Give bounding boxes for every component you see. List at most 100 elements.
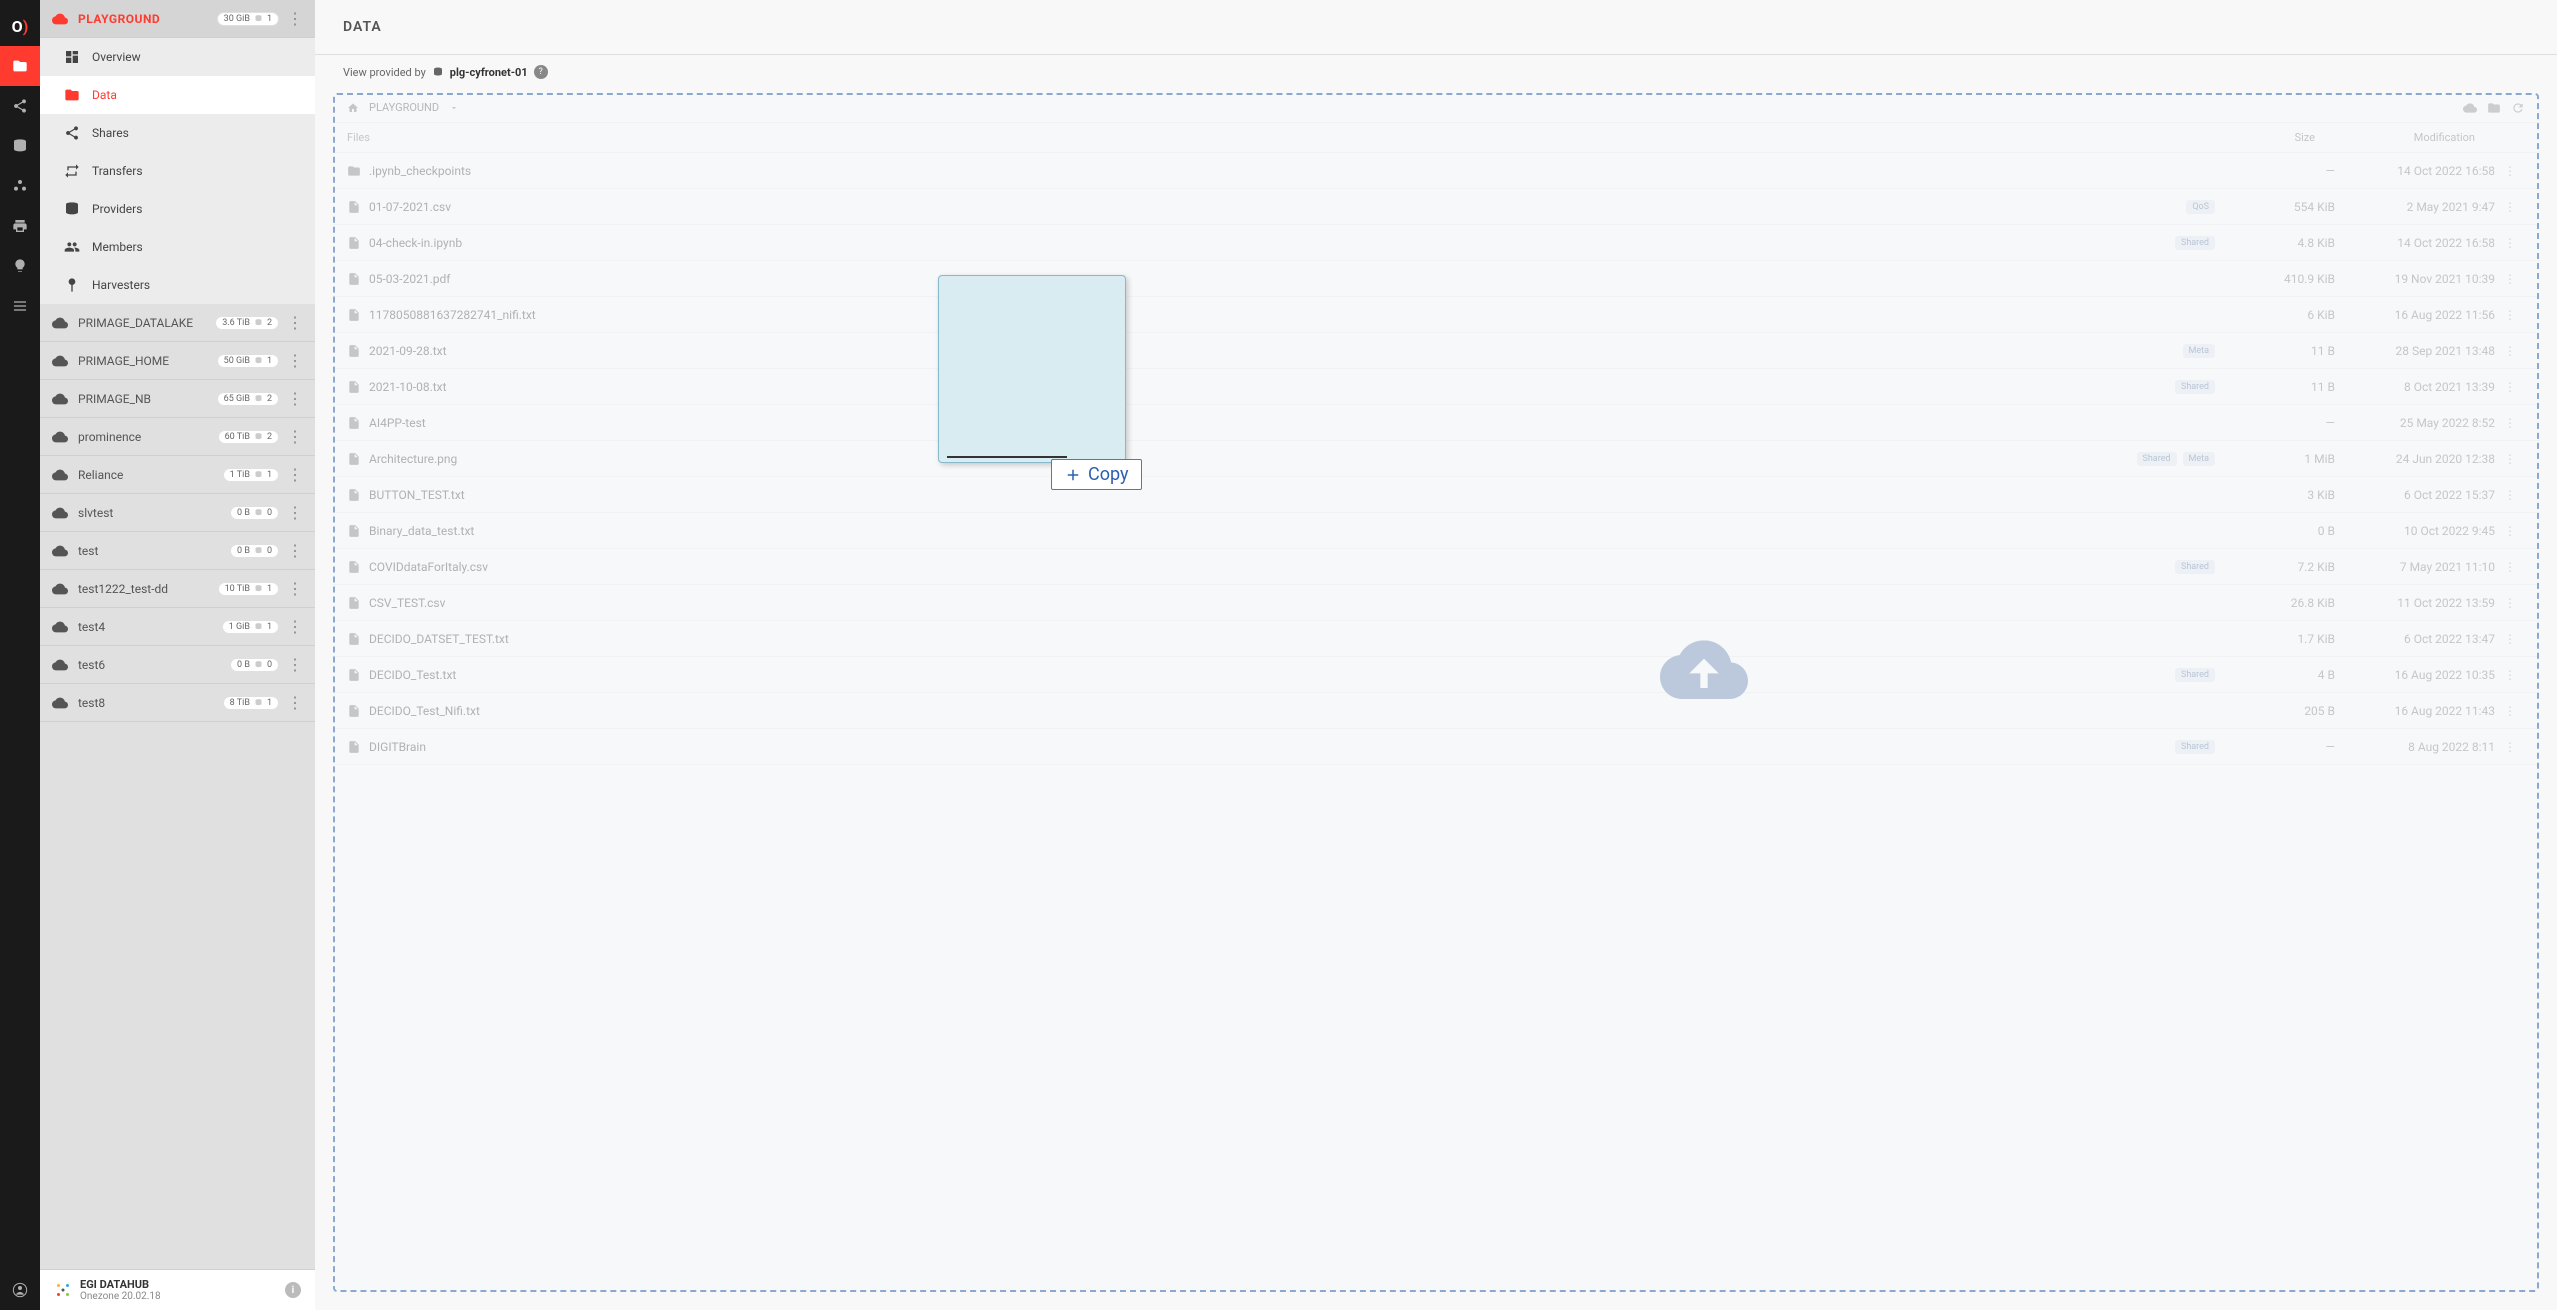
file-menu-icon[interactable]: ⋮ — [2495, 380, 2525, 394]
space-name: Reliance — [78, 468, 219, 482]
space-menu-icon[interactable]: ⋮ — [279, 315, 303, 331]
subnav-shares[interactable]: Shares — [40, 114, 315, 152]
file-menu-icon[interactable]: ⋮ — [2495, 704, 2525, 718]
rail-bulb-icon[interactable] — [0, 246, 40, 286]
space-menu-icon[interactable]: ⋮ — [279, 429, 303, 445]
rail-share-icon[interactable] — [0, 86, 40, 126]
space-menu-icon[interactable]: ⋮ — [279, 353, 303, 369]
space-menu-icon[interactable]: ⋮ — [279, 543, 303, 559]
file-icon — [347, 740, 369, 754]
space-menu-icon[interactable]: ⋮ — [279, 11, 303, 27]
rail-folder-icon[interactable] — [0, 46, 40, 86]
file-menu-icon[interactable]: ⋮ — [2495, 488, 2525, 502]
breadcrumb-root[interactable]: PLAYGROUND — [369, 101, 439, 114]
space-menu-icon[interactable]: ⋮ — [279, 581, 303, 597]
space-row-test[interactable]: test0 B 0⋮ — [40, 532, 315, 570]
subnav-data[interactable]: Data — [40, 76, 315, 114]
home-icon[interactable] — [347, 102, 359, 114]
file-menu-icon[interactable]: ⋮ — [2495, 272, 2525, 286]
file-row[interactable]: DECIDO_Test.txtShared4 B16 Aug 2022 10:3… — [333, 657, 2539, 693]
new-folder-icon[interactable] — [2487, 101, 2501, 115]
subnav-harvesters[interactable]: Harvesters — [40, 266, 315, 304]
file-browser[interactable]: PLAYGROUND Files Size Mod — [333, 93, 2539, 1292]
file-row[interactable]: COVIDdataForItaly.csvShared7.2 KiB7 May … — [333, 549, 2539, 585]
file-row[interactable]: DECIDO_DATSET_TEST.txt1.7 KiB6 Oct 2022 … — [333, 621, 2539, 657]
app-logo: O) — [0, 6, 40, 46]
space-name: test — [78, 544, 226, 558]
file-menu-icon[interactable]: ⋮ — [2495, 308, 2525, 322]
view-provider-bar: View provided by plg-cyfronet-01 ? — [315, 55, 2557, 89]
help-icon[interactable]: ? — [534, 65, 548, 79]
col-files[interactable]: Files — [347, 131, 2175, 144]
col-mod[interactable]: Modification — [2335, 131, 2495, 144]
space-menu-icon[interactable]: ⋮ — [279, 619, 303, 635]
col-size[interactable]: Size — [2175, 131, 2335, 144]
file-row[interactable]: BUTTON_TEST.txt3 KiB6 Oct 2022 15:37⋮ — [333, 477, 2539, 513]
file-row[interactable]: Binary_data_test.txt0 B10 Oct 2022 9:45⋮ — [333, 513, 2539, 549]
column-headers: Files Size Modification — [333, 123, 2539, 153]
file-row[interactable]: DECIDO_Test_Nifi.txt205 B16 Aug 2022 11:… — [333, 693, 2539, 729]
file-row[interactable]: 05-03-2021.pdf410.9 KiB19 Nov 2021 10:39… — [333, 261, 2539, 297]
file-mod: 11 Oct 2022 13:59 — [2335, 596, 2495, 610]
space-menu-icon[interactable]: ⋮ — [279, 505, 303, 521]
file-menu-icon[interactable]: ⋮ — [2495, 560, 2525, 574]
space-row-test8[interactable]: test88 TiB 1⋮ — [40, 684, 315, 722]
rail-database-icon[interactable] — [0, 126, 40, 166]
file-row[interactable]: 01-07-2021.csvQoS554 KiB2 May 2021 9:47⋮ — [333, 189, 2539, 225]
space-menu-icon[interactable]: ⋮ — [279, 695, 303, 711]
chevron-down-icon[interactable] — [449, 103, 459, 113]
file-menu-icon[interactable]: ⋮ — [2495, 740, 2525, 754]
refresh-icon[interactable] — [2511, 101, 2525, 115]
subnav-members[interactable]: Members — [40, 228, 315, 266]
file-menu-icon[interactable]: ⋮ — [2495, 632, 2525, 646]
file-menu-icon[interactable]: ⋮ — [2495, 596, 2525, 610]
file-row[interactable]: CSV_TEST.csv26.8 KiB11 Oct 2022 13:59⋮ — [333, 585, 2539, 621]
space-row-test1222_test-dd[interactable]: test1222_test-dd10 TiB 1⋮ — [40, 570, 315, 608]
file-row[interactable]: 2021-10-08.txtShared11 B8 Oct 2021 13:39… — [333, 369, 2539, 405]
space-row-prominence[interactable]: prominence60 TiB 2⋮ — [40, 418, 315, 456]
file-row[interactable]: .ipynb_checkpoints—14 Oct 2022 16:58⋮ — [333, 153, 2539, 189]
file-menu-icon[interactable]: ⋮ — [2495, 236, 2525, 250]
file-row[interactable]: Architecture.pngSharedMeta1 MiB24 Jun 20… — [333, 441, 2539, 477]
file-size: 410.9 KiB — [2215, 272, 2335, 286]
file-tag: Shared — [2175, 236, 2215, 250]
space-row-test6[interactable]: test60 B 0⋮ — [40, 646, 315, 684]
space-row-slvtest[interactable]: slvtest0 B 0⋮ — [40, 494, 315, 532]
subnav-overview[interactable]: Overview — [40, 38, 315, 76]
file-menu-icon[interactable]: ⋮ — [2495, 524, 2525, 538]
info-icon[interactable]: i — [285, 1282, 301, 1298]
rail-cluster-icon[interactable] — [0, 166, 40, 206]
file-tag: Meta — [2183, 344, 2215, 358]
subnav-transfers[interactable]: Transfers — [40, 152, 315, 190]
file-menu-icon[interactable]: ⋮ — [2495, 344, 2525, 358]
file-icon — [347, 668, 369, 682]
space-row-test4[interactable]: test41 GiB 1⋮ — [40, 608, 315, 646]
space-name: test1222_test-dd — [78, 582, 214, 596]
rail-print-icon[interactable] — [0, 206, 40, 246]
file-menu-icon[interactable]: ⋮ — [2495, 452, 2525, 466]
space-menu-icon[interactable]: ⋮ — [279, 657, 303, 673]
file-row[interactable]: 04-check-in.ipynbShared4.8 KiB14 Oct 202… — [333, 225, 2539, 261]
file-menu-icon[interactable]: ⋮ — [2495, 416, 2525, 430]
upload-icon[interactable] — [2463, 101, 2477, 115]
subnav-label: Providers — [92, 202, 142, 216]
file-menu-icon[interactable]: ⋮ — [2495, 668, 2525, 682]
space-row-primage_datalake[interactable]: PRIMAGE_DATALAKE3.6 TiB 2⋮ — [40, 304, 315, 342]
file-menu-icon[interactable]: ⋮ — [2495, 200, 2525, 214]
file-row[interactable]: 2021-09-28.txtMeta11 B28 Sep 2021 13:48⋮ — [333, 333, 2539, 369]
main-header: DATA — [315, 0, 2557, 55]
rail-user-icon[interactable] — [0, 1270, 40, 1310]
file-row[interactable]: 1178050881637282741_nifi.txt6 KiB16 Aug … — [333, 297, 2539, 333]
file-row[interactable]: DIGITBrainShared—8 Aug 2022 8:11⋮ — [333, 729, 2539, 765]
file-menu-icon[interactable]: ⋮ — [2495, 164, 2525, 178]
space-row-reliance[interactable]: Reliance1 TiB 1⋮ — [40, 456, 315, 494]
space-row-primage_home[interactable]: PRIMAGE_HOME50 GiB 1⋮ — [40, 342, 315, 380]
space-menu-icon[interactable]: ⋮ — [279, 467, 303, 483]
subnav-providers[interactable]: Providers — [40, 190, 315, 228]
rail-list-icon[interactable] — [0, 286, 40, 326]
space-row-playground[interactable]: PLAYGROUND30 GiB 1⋮ — [40, 0, 315, 38]
space-menu-icon[interactable]: ⋮ — [279, 391, 303, 407]
space-name: PRIMAGE_HOME — [78, 354, 213, 368]
file-row[interactable]: AI4PP-test—25 May 2022 8:52⋮ — [333, 405, 2539, 441]
space-row-primage_nb[interactable]: PRIMAGE_NB65 GiB 2⋮ — [40, 380, 315, 418]
